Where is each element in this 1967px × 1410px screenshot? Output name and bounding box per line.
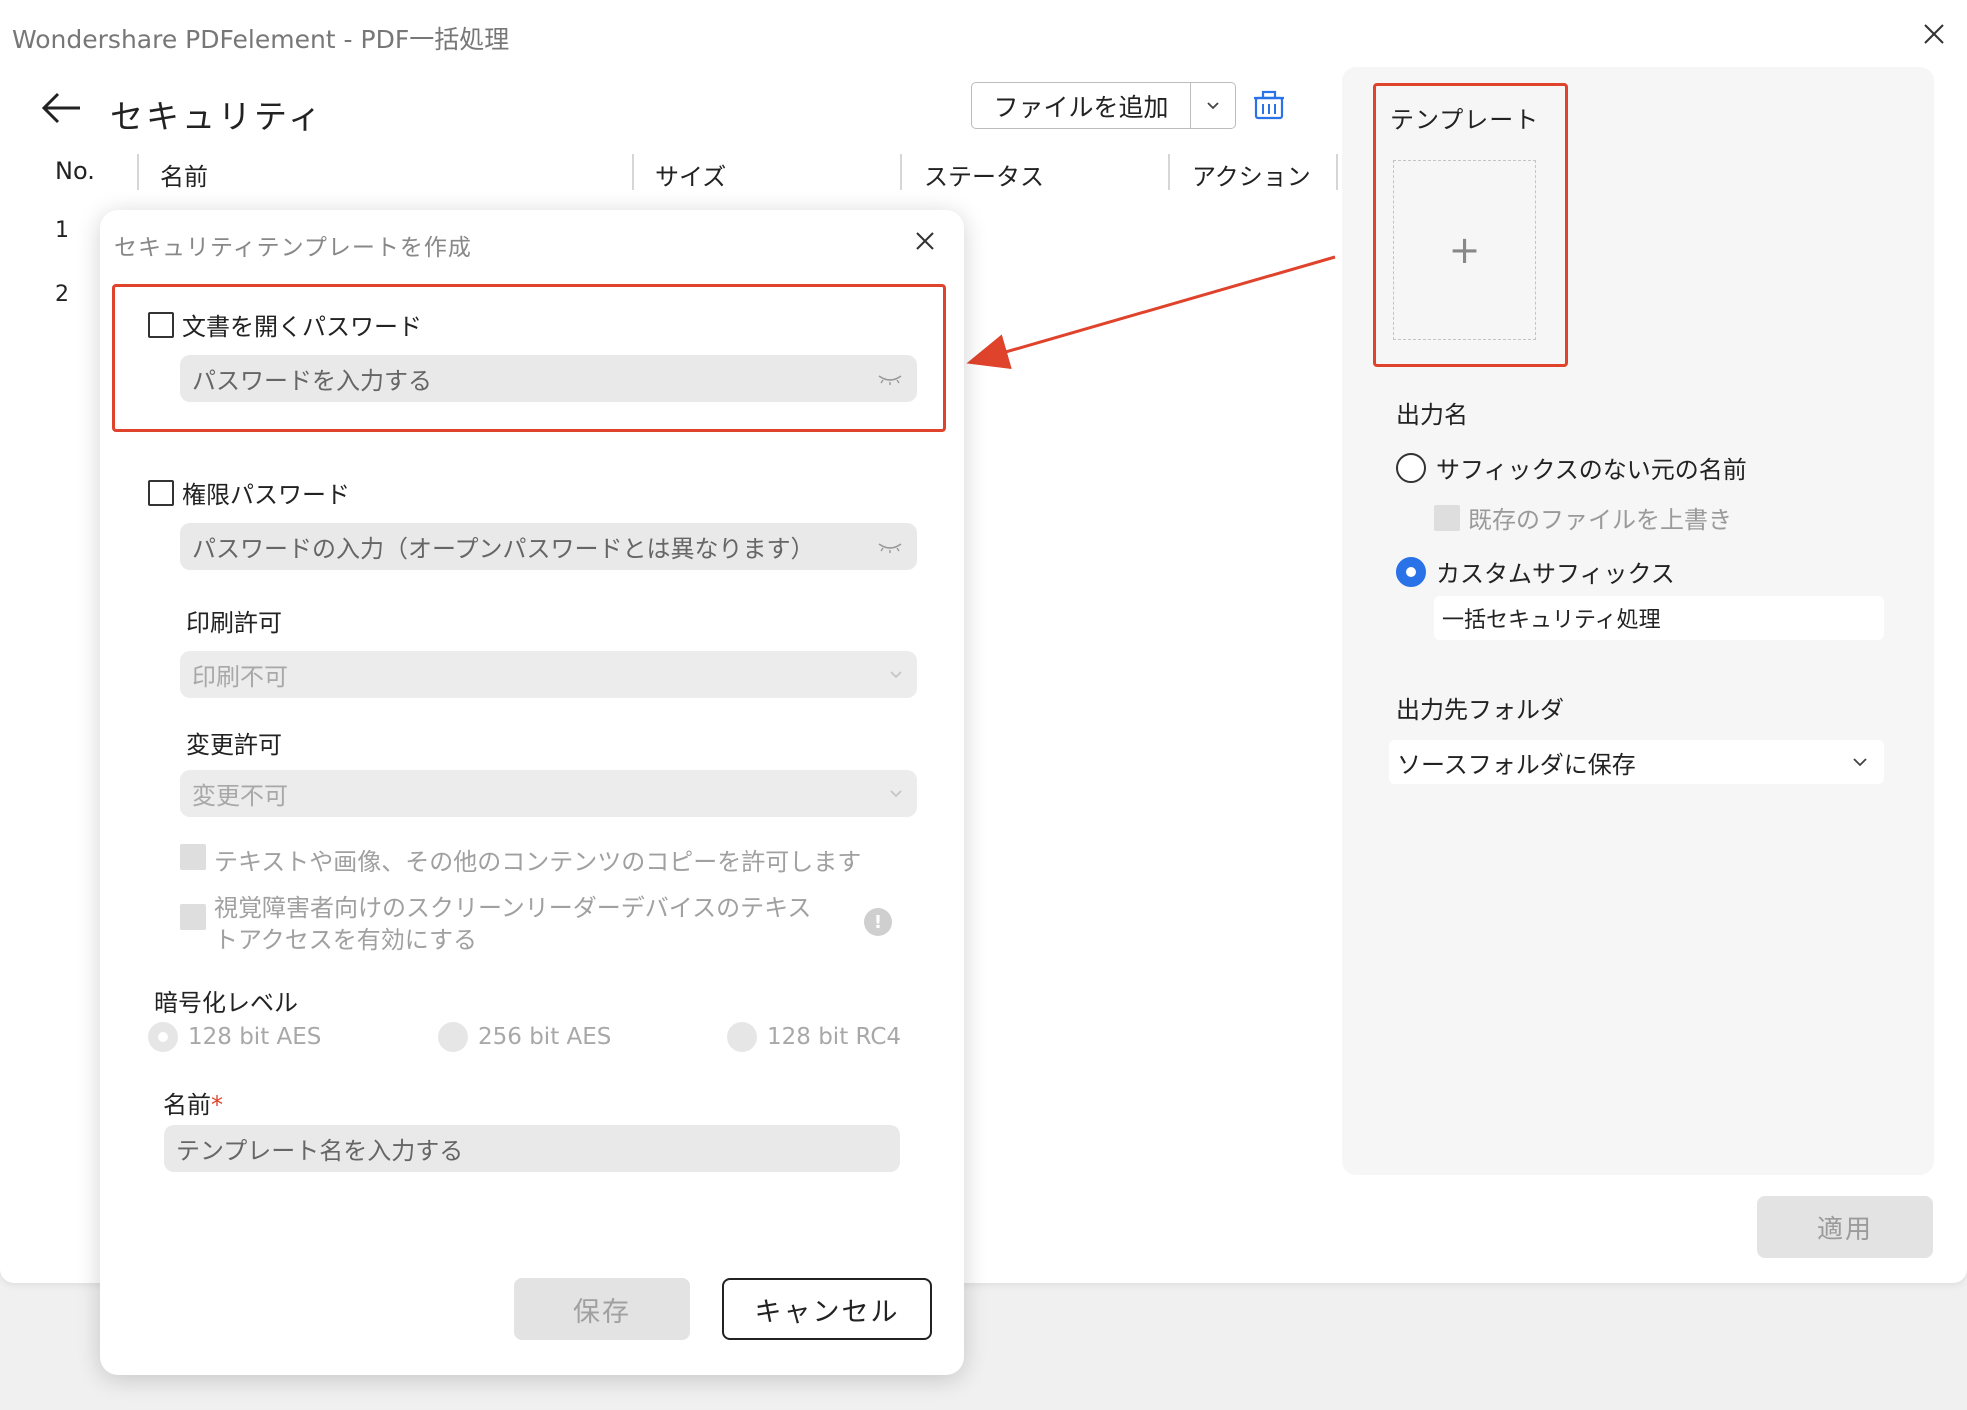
window-title: Wondershare PDFelement - PDF一括処理 (12, 25, 510, 54)
overwrite-label: 既存のファイルを上書き (1468, 506, 1732, 534)
chevron-down-icon (890, 790, 902, 798)
radio-no-suffix[interactable]: サフィックスのない元の名前 (1396, 450, 1747, 485)
radio-no-suffix-label: サフィックスのない元の名前 (1436, 456, 1747, 484)
permission-password-checkbox[interactable]: 権限パスワード (148, 475, 350, 510)
close-window-icon[interactable] (1919, 19, 1949, 49)
info-icon[interactable]: ! (864, 908, 892, 936)
overwrite-checkbox[interactable]: 既存のファイルを上書き (1434, 500, 1732, 535)
column-divider (137, 154, 139, 190)
screen-reader-label: 視覚障害者向けのスクリーンリーダーデバイスのテキス トアクセスを有効にする (214, 892, 811, 956)
radio-256-aes[interactable]: 256 bit AES (438, 1022, 611, 1052)
table-row-number: 2 (55, 282, 69, 307)
checkbox-disabled-icon (180, 844, 206, 870)
plus-icon: + (1448, 228, 1481, 272)
checkbox-unchecked-icon (148, 479, 174, 506)
radio-custom-suffix-label: カスタムサフィックス (1436, 560, 1675, 588)
custom-suffix-input[interactable]: 一括セキュリティ処理 (1434, 596, 1884, 640)
template-name-placeholder: テンプレート名を入力する (176, 1137, 464, 1165)
apply-button[interactable]: 適用 (1757, 1196, 1933, 1258)
change-permission-value: 変更不可 (192, 782, 288, 810)
encryption-level-label: 暗号化レベル (154, 989, 298, 1017)
eye-closed-icon[interactable] (877, 373, 903, 385)
save-button[interactable]: 保存 (514, 1278, 690, 1340)
open-password-input[interactable]: パスワードを入力する (180, 355, 917, 402)
output-folder-value: ソースフォルダに保存 (1397, 750, 1636, 779)
change-permission-select[interactable]: 変更不可 (180, 770, 917, 817)
template-label: テンプレート (1390, 106, 1540, 134)
print-permission-select[interactable]: 印刷不可 (180, 651, 917, 698)
open-password-placeholder: パスワードを入力する (192, 367, 432, 395)
column-header-status: ステータス (924, 163, 1044, 191)
column-header-action: アクション (1192, 163, 1311, 191)
page-title: セキュリティ (110, 97, 325, 136)
open-password-checkbox[interactable]: 文書を開くパスワード (148, 307, 422, 342)
screen-reader-label-line2: トアクセスを有効にする (214, 926, 478, 954)
chevron-down-icon (1853, 758, 1867, 767)
permission-password-input[interactable]: パスワードの入力（オープンパスワードとは異なります） (180, 523, 917, 570)
column-header-no: No. (55, 157, 95, 185)
add-file-split-button: ファイルを追加 (971, 82, 1236, 129)
radio-custom-suffix[interactable]: カスタムサフィックス (1396, 554, 1675, 589)
table-row-number: 1 (55, 218, 69, 243)
checkbox-unchecked-icon (148, 311, 174, 338)
radio-128-rc4-label: 128 bit RC4 (767, 1024, 902, 1050)
radio-selected-disabled-icon (148, 1022, 178, 1052)
print-permission-label: 印刷許可 (186, 609, 282, 637)
add-file-dropdown[interactable] (1190, 83, 1235, 128)
screen-reader-checkbox[interactable]: 視覚障害者向けのスクリーンリーダーデバイスのテキス トアクセスを有効にする (180, 892, 811, 956)
chevron-down-icon (890, 671, 902, 679)
column-header-name: 名前 (160, 163, 208, 191)
cancel-button[interactable]: キャンセル (722, 1278, 932, 1340)
create-security-template-dialog: セキュリティテンプレートを作成 文書を開くパスワード パスワードを入力する 権限… (100, 210, 964, 1375)
close-dialog-icon[interactable] (912, 228, 938, 254)
template-name-input[interactable]: テンプレート名を入力する (164, 1125, 900, 1172)
radio-128-aes[interactable]: 128 bit AES (148, 1022, 321, 1052)
radio-checked-icon (1396, 556, 1426, 587)
allow-copy-checkbox[interactable]: テキストや画像、その他のコンテンツのコピーを許可します (180, 842, 861, 877)
change-permission-label: 変更許可 (186, 731, 282, 759)
checkbox-disabled-icon (180, 904, 206, 930)
column-header-size: サイズ (655, 163, 727, 191)
checkbox-disabled-icon (1434, 504, 1460, 531)
radio-128-aes-label: 128 bit AES (188, 1024, 322, 1050)
print-permission-value: 印刷不可 (192, 663, 288, 691)
column-divider (1168, 154, 1170, 190)
radio-128-rc4[interactable]: 128 bit RC4 (727, 1022, 901, 1052)
column-divider (1336, 154, 1338, 190)
radio-disabled-icon (727, 1022, 757, 1052)
template-name-label: 名前* (163, 1085, 223, 1120)
eye-closed-icon[interactable] (877, 541, 903, 553)
allow-copy-label: テキストや画像、その他のコンテンツのコピーを許可します (214, 848, 862, 876)
chevron-down-icon (1207, 101, 1219, 109)
clear-list-icon[interactable] (1252, 88, 1286, 122)
column-divider (900, 154, 902, 190)
required-mark: * (211, 1091, 223, 1119)
open-password-label: 文書を開くパスワード (182, 313, 422, 341)
output-folder-label: 出力先フォルダ (1396, 696, 1564, 724)
output-name-label: 出力名 (1396, 401, 1468, 429)
permission-password-placeholder: パスワードの入力（オープンパスワードとは異なります） (192, 535, 815, 563)
screen-reader-label-line1: 視覚障害者向けのスクリーンリーダーデバイスのテキス (214, 894, 812, 922)
add-file-button[interactable]: ファイルを追加 (972, 83, 1190, 128)
output-folder-select[interactable]: ソースフォルダに保存 (1389, 740, 1884, 784)
back-arrow-icon[interactable] (40, 88, 84, 128)
radio-unchecked-icon (1396, 452, 1426, 483)
template-name-label-text: 名前 (163, 1091, 211, 1119)
column-divider (632, 154, 634, 190)
radio-disabled-icon (438, 1022, 468, 1052)
add-template-button[interactable]: + (1393, 160, 1536, 340)
radio-256-aes-label: 256 bit AES (478, 1024, 612, 1050)
permission-password-label: 権限パスワード (182, 481, 350, 509)
dialog-title: セキュリティテンプレートを作成 (114, 235, 472, 261)
